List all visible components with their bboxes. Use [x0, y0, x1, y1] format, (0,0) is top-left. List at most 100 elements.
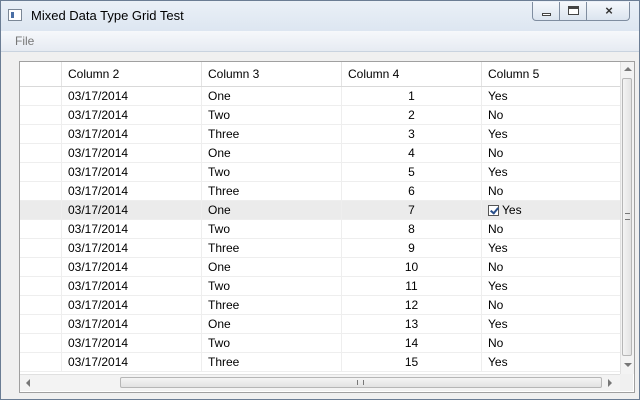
cell-c4[interactable]: 14 — [342, 334, 482, 352]
cell-c2[interactable]: 03/17/2014 — [62, 258, 202, 276]
cell-c4[interactable]: 1 — [342, 87, 482, 105]
cell-c4[interactable]: 13 — [342, 315, 482, 333]
cell-c5[interactable]: Yes — [482, 125, 622, 143]
row-selector-cell[interactable] — [20, 144, 62, 162]
row-selector-cell[interactable] — [20, 277, 62, 295]
cell-c5[interactable]: Yes — [482, 87, 622, 105]
cell-c3[interactable]: Two — [202, 163, 342, 181]
row-selector-cell[interactable] — [20, 125, 62, 143]
cell-c5[interactable]: Yes — [482, 163, 622, 181]
cell-c5[interactable]: No — [482, 182, 622, 200]
row-selector-cell[interactable] — [20, 334, 62, 352]
vertical-scroll-thumb[interactable] — [622, 78, 632, 356]
row-selector-cell[interactable] — [20, 87, 62, 105]
close-button[interactable]: × — [586, 2, 630, 21]
cell-c3[interactable]: Two — [202, 334, 342, 352]
cell-c5[interactable]: Yes — [482, 239, 622, 257]
scroll-left-icon[interactable] — [26, 379, 30, 387]
table-row[interactable]: 03/17/2014 Two 11 Yes — [20, 277, 622, 296]
cell-c2[interactable]: 03/17/2014 — [62, 277, 202, 295]
table-row[interactable]: 03/17/2014 Two 2 No — [20, 106, 622, 125]
cell-c2[interactable]: 03/17/2014 — [62, 87, 202, 105]
row-selector-cell[interactable] — [20, 315, 62, 333]
header-column-5[interactable]: Column 5 — [482, 62, 622, 86]
row-selector-cell[interactable] — [20, 182, 62, 200]
cell-c2[interactable]: 03/17/2014 — [62, 239, 202, 257]
cell-c5[interactable]: No — [482, 220, 622, 238]
row-selector-cell[interactable] — [20, 163, 62, 181]
table-row[interactable]: 03/17/2014 Three 15 Yes — [20, 353, 622, 372]
horizontal-scroll-thumb[interactable] — [120, 377, 602, 388]
cell-c3[interactable]: One — [202, 144, 342, 162]
vertical-scrollbar[interactable] — [620, 62, 634, 374]
cell-c4[interactable]: 12 — [342, 296, 482, 314]
header-column-2[interactable]: Column 2 — [62, 62, 202, 86]
table-row[interactable]: 03/17/2014 Three 6 No — [20, 182, 622, 201]
cell-c2[interactable]: 03/17/2014 — [62, 163, 202, 181]
table-row[interactable]: 03/17/2014 Three 12 No — [20, 296, 622, 315]
table-row[interactable]: 03/17/2014 One 7 Yes — [20, 201, 622, 220]
table-row[interactable]: 03/17/2014 Two 5 Yes — [20, 163, 622, 182]
cell-c3[interactable]: Three — [202, 182, 342, 200]
row-selector-cell[interactable] — [20, 258, 62, 276]
cell-c4[interactable]: 3 — [342, 125, 482, 143]
header-column-4[interactable]: Column 4 — [342, 62, 482, 86]
cell-c3[interactable]: Two — [202, 277, 342, 295]
cell-c2[interactable]: 03/17/2014 — [62, 353, 202, 371]
cell-c3[interactable]: Three — [202, 296, 342, 314]
cell-c4[interactable]: 4 — [342, 144, 482, 162]
table-row[interactable]: 03/17/2014 Two 14 No — [20, 334, 622, 353]
cell-c4[interactable]: 9 — [342, 239, 482, 257]
cell-c4[interactable]: 8 — [342, 220, 482, 238]
cell-c5[interactable]: Yes — [482, 353, 622, 371]
cell-c4[interactable]: 2 — [342, 106, 482, 124]
data-grid[interactable]: Column 2 Column 3 Column 4 Column 5 03/1… — [19, 61, 635, 393]
cell-c2[interactable]: 03/17/2014 — [62, 201, 202, 219]
horizontal-scrollbar[interactable] — [20, 374, 620, 391]
cell-c5[interactable]: No — [482, 106, 622, 124]
cell-c3[interactable]: One — [202, 87, 342, 105]
table-row[interactable]: 03/17/2014 Three 9 Yes — [20, 239, 622, 258]
cell-c5[interactable]: No — [482, 334, 622, 352]
cell-c2[interactable]: 03/17/2014 — [62, 296, 202, 314]
scroll-right-icon[interactable] — [608, 379, 612, 387]
cell-c2[interactable]: 03/17/2014 — [62, 220, 202, 238]
cell-c5[interactable]: No — [482, 258, 622, 276]
cell-c3[interactable]: One — [202, 258, 342, 276]
cell-c4[interactable]: 10 — [342, 258, 482, 276]
cell-c5[interactable]: Yes — [482, 315, 622, 333]
cell-c4[interactable]: 5 — [342, 163, 482, 181]
cell-c3[interactable]: One — [202, 201, 342, 219]
menu-file[interactable]: File — [15, 34, 34, 48]
cell-c4[interactable]: 6 — [342, 182, 482, 200]
row-selector-cell[interactable] — [20, 239, 62, 257]
header-column-3[interactable]: Column 3 — [202, 62, 342, 86]
cell-c2[interactable]: 03/17/2014 — [62, 106, 202, 124]
maximize-button[interactable] — [559, 2, 587, 21]
cell-c2[interactable]: 03/17/2014 — [62, 315, 202, 333]
cell-c5[interactable]: No — [482, 144, 622, 162]
cell-c2[interactable]: 03/17/2014 — [62, 334, 202, 352]
table-row[interactable]: 03/17/2014 One 4 No — [20, 144, 622, 163]
cell-c2[interactable]: 03/17/2014 — [62, 144, 202, 162]
table-row[interactable]: 03/17/2014 One 13 Yes — [20, 315, 622, 334]
cell-c3[interactable]: Three — [202, 125, 342, 143]
title-bar[interactable]: Mixed Data Type Grid Test × — [1, 1, 639, 31]
checkbox-checked-icon[interactable] — [488, 205, 499, 216]
cell-c3[interactable]: One — [202, 315, 342, 333]
cell-c3[interactable]: Two — [202, 220, 342, 238]
cell-c4[interactable]: 7 — [342, 201, 482, 219]
cell-c5[interactable]: Yes — [482, 201, 622, 219]
table-row[interactable]: 03/17/2014 Two 8 No — [20, 220, 622, 239]
cell-c3[interactable]: Three — [202, 353, 342, 371]
row-selector-cell[interactable] — [20, 220, 62, 238]
header-row-selector[interactable] — [20, 62, 62, 86]
cell-c4[interactable]: 11 — [342, 277, 482, 295]
table-row[interactable]: 03/17/2014 Three 3 Yes — [20, 125, 622, 144]
minimize-button[interactable] — [532, 2, 560, 21]
row-selector-cell[interactable] — [20, 106, 62, 124]
cell-c4[interactable]: 15 — [342, 353, 482, 371]
cell-c3[interactable]: Three — [202, 239, 342, 257]
table-row[interactable]: 03/17/2014 One 10 No — [20, 258, 622, 277]
scroll-down-icon[interactable] — [624, 363, 632, 367]
